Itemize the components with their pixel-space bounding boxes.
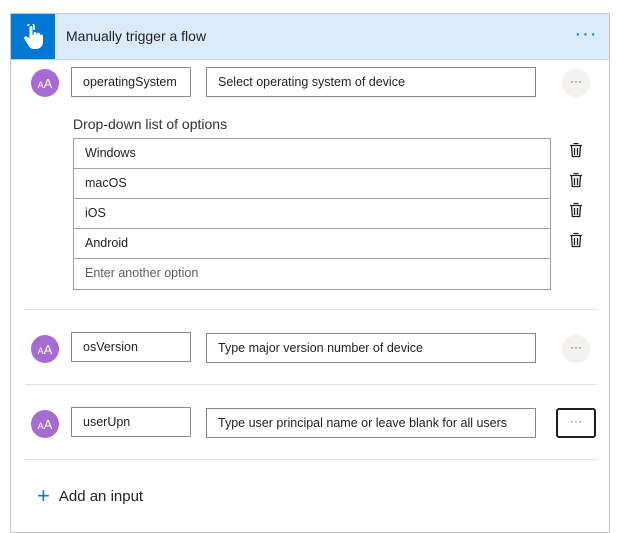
option-item[interactable]: iOS [74,199,550,229]
text-type-icon: AA [37,341,53,357]
new-option-input[interactable]: Enter another option [74,259,550,289]
input-more-button[interactable]: ··· [562,335,590,363]
plus-icon: + [37,483,50,508]
trash-icon[interactable] [567,201,585,219]
input-name-field[interactable] [71,407,191,437]
trash-icon[interactable] [567,141,585,159]
input-description-field[interactable] [206,408,536,438]
input-description-field[interactable] [206,333,536,363]
option-item[interactable]: Android [74,229,550,259]
add-input-button[interactable]: + Add an input [37,484,143,508]
trigger-title: Manually trigger a flow [66,28,207,44]
options-list: Windows macOS iOS Android Enter another … [73,138,551,290]
avatar: AA [31,410,59,438]
divider [25,459,597,460]
input-name-field[interactable] [71,67,191,97]
trash-icon[interactable] [567,171,585,189]
divider [25,309,597,310]
input-name-field[interactable] [71,332,191,362]
add-input-label: Add an input [58,487,144,505]
trigger-card: Manually trigger a flow ··· AA ··· Drop-… [10,13,610,533]
avatar: AA [31,335,59,363]
text-type-icon: AA [37,75,53,91]
option-item[interactable]: Windows [74,139,550,169]
options-label: Drop-down list of options [73,116,228,132]
touch-hand-icon [11,14,55,59]
input-more-button[interactable]: ··· [562,69,590,97]
trash-icon[interactable] [567,231,585,249]
header-more-button[interactable]: ··· [571,24,601,46]
trigger-header[interactable]: Manually trigger a flow ··· [11,14,609,60]
input-more-button[interactable]: ··· [556,408,596,438]
text-type-icon: AA [37,416,53,432]
option-item[interactable]: macOS [74,169,550,199]
avatar: AA [31,69,59,97]
input-description-field[interactable] [206,67,536,97]
divider [25,384,597,385]
